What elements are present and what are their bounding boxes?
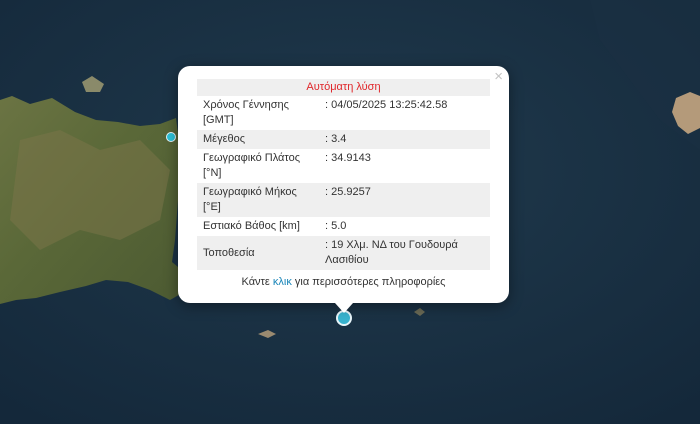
row-magnitude: Μέγεθος : 3.4 [197, 130, 490, 149]
more-info-prefix: Κάντε [241, 276, 273, 288]
value-magnitude: : 3.4 [319, 130, 490, 149]
value-depth: : 5.0 [325, 220, 347, 232]
value-origin-time: : 04/05/2025 13:25:42.58 [325, 99, 448, 111]
popup-content: Αυτόματη λύση Χρόνος Γέννησης [GMT] : 04… [197, 79, 490, 288]
row-depth: Εστιακό Βάθος [km] : 5.0 [197, 217, 490, 236]
popup-tip [335, 303, 353, 313]
label-longitude: Γεωγραφικό Μήκος [°E] [197, 183, 319, 217]
popup-title: Αυτόματη λύση [197, 79, 490, 96]
value-longitude: : 25.9257 [319, 183, 490, 217]
close-icon[interactable]: × [494, 68, 503, 86]
earthquake-details-table: Χρόνος Γέννησης [GMT] : 04/05/2025 13:25… [197, 96, 490, 270]
label-magnitude: Μέγεθος [197, 130, 319, 149]
value-latitude: : 34.9143 [325, 152, 371, 164]
map-view[interactable]: × Αυτόματη λύση Χρόνος Γέννησης [GMT] : … [0, 0, 700, 424]
label-depth: Εστιακό Βάθος [km] [203, 220, 300, 232]
row-origin-time: Χρόνος Γέννησης [GMT] : 04/05/2025 13:25… [197, 96, 490, 130]
more-info-suffix: για περισσότερες πληροφορίες [291, 276, 446, 288]
label-location: Τοποθεσία [197, 236, 319, 270]
earthquake-info-popup: × Αυτόματη λύση Χρόνος Γέννησης [GMT] : … [178, 66, 509, 313]
label-origin-time: Χρόνος Γέννησης [GMT] [203, 99, 289, 126]
value-location: : 19 Χλμ. ΝΔ του Γουδουρά Λασιθίου [319, 236, 490, 270]
earthquake-marker-secondary[interactable] [166, 132, 176, 142]
label-latitude: Γεωγραφικό Πλάτος [°N] [203, 152, 301, 179]
more-info-link[interactable]: κλικ [273, 276, 292, 288]
row-location: Τοποθεσία : 19 Χλμ. ΝΔ του Γουδουρά Λασι… [197, 236, 490, 270]
row-latitude: Γεωγραφικό Πλάτος [°N] : 34.9143 [197, 149, 490, 183]
row-longitude: Γεωγραφικό Μήκος [°E] : 25.9257 [197, 183, 490, 217]
more-info-line: Κάντε κλικ για περισσότερες πληροφορίες [197, 276, 490, 288]
